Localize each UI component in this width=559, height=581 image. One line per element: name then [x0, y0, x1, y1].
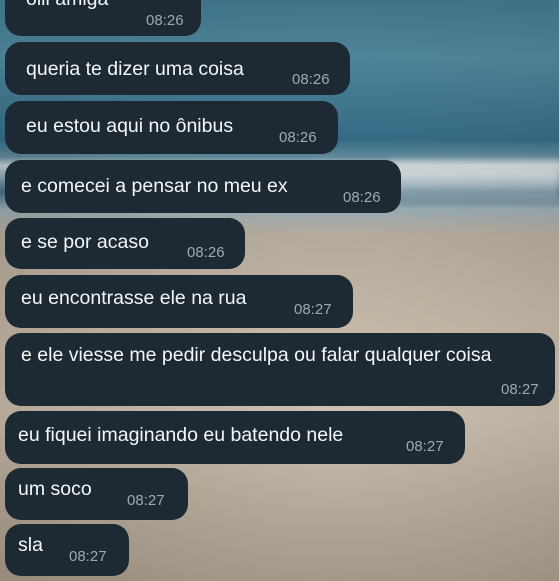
message-bubble[interactable]: eu fiquei imaginando eu batendo nele 08:…	[5, 411, 465, 464]
message-timestamp: 08:26	[343, 189, 381, 206]
message-text: e comecei a pensar no meu ex	[21, 175, 288, 197]
message-timestamp: 08:27	[406, 438, 444, 455]
message-text: eu fiquei imaginando eu batendo nele	[18, 424, 344, 446]
message-text: eu estou aqui no ônibus	[26, 115, 234, 137]
message-bubble[interactable]: e comecei a pensar no meu ex 08:26	[5, 160, 401, 213]
message-timestamp: 08:27	[294, 301, 332, 318]
message-text: sla	[18, 534, 43, 556]
message-timestamp: 08:26	[279, 129, 317, 146]
message-bubble[interactable]: eu estou aqui no ônibus 08:26	[5, 101, 338, 154]
message-timestamp: 08:27	[69, 548, 107, 565]
message-text: um soco	[18, 478, 92, 500]
message-bubble[interactable]: e se por acaso 08:26	[5, 218, 245, 269]
message-bubble[interactable]: um soco 08:27	[5, 468, 188, 520]
message-bubble[interactable]: oiii amiga 08:26	[5, 0, 201, 36]
message-text: oiii amiga	[26, 0, 108, 10]
message-timestamp: 08:27	[501, 381, 539, 398]
message-text: queria te dizer uma coisa	[26, 58, 244, 80]
message-timestamp: 08:26	[146, 12, 184, 29]
message-bubble[interactable]: eu encontrasse ele na rua 08:27	[5, 275, 353, 328]
message-text: eu encontrasse ele na rua	[21, 287, 247, 309]
message-bubble[interactable]: e ele viesse me pedir desculpa ou falar …	[5, 333, 555, 406]
message-timestamp: 08:26	[187, 244, 225, 261]
message-text: e se por acaso	[21, 231, 149, 253]
message-timestamp: 08:26	[292, 71, 330, 88]
message-timestamp: 08:27	[127, 492, 165, 509]
message-bubble[interactable]: queria te dizer uma coisa 08:26	[5, 42, 350, 95]
message-text: e ele viesse me pedir desculpa ou falar …	[21, 344, 492, 366]
message-bubble[interactable]: sla 08:27	[5, 524, 129, 576]
